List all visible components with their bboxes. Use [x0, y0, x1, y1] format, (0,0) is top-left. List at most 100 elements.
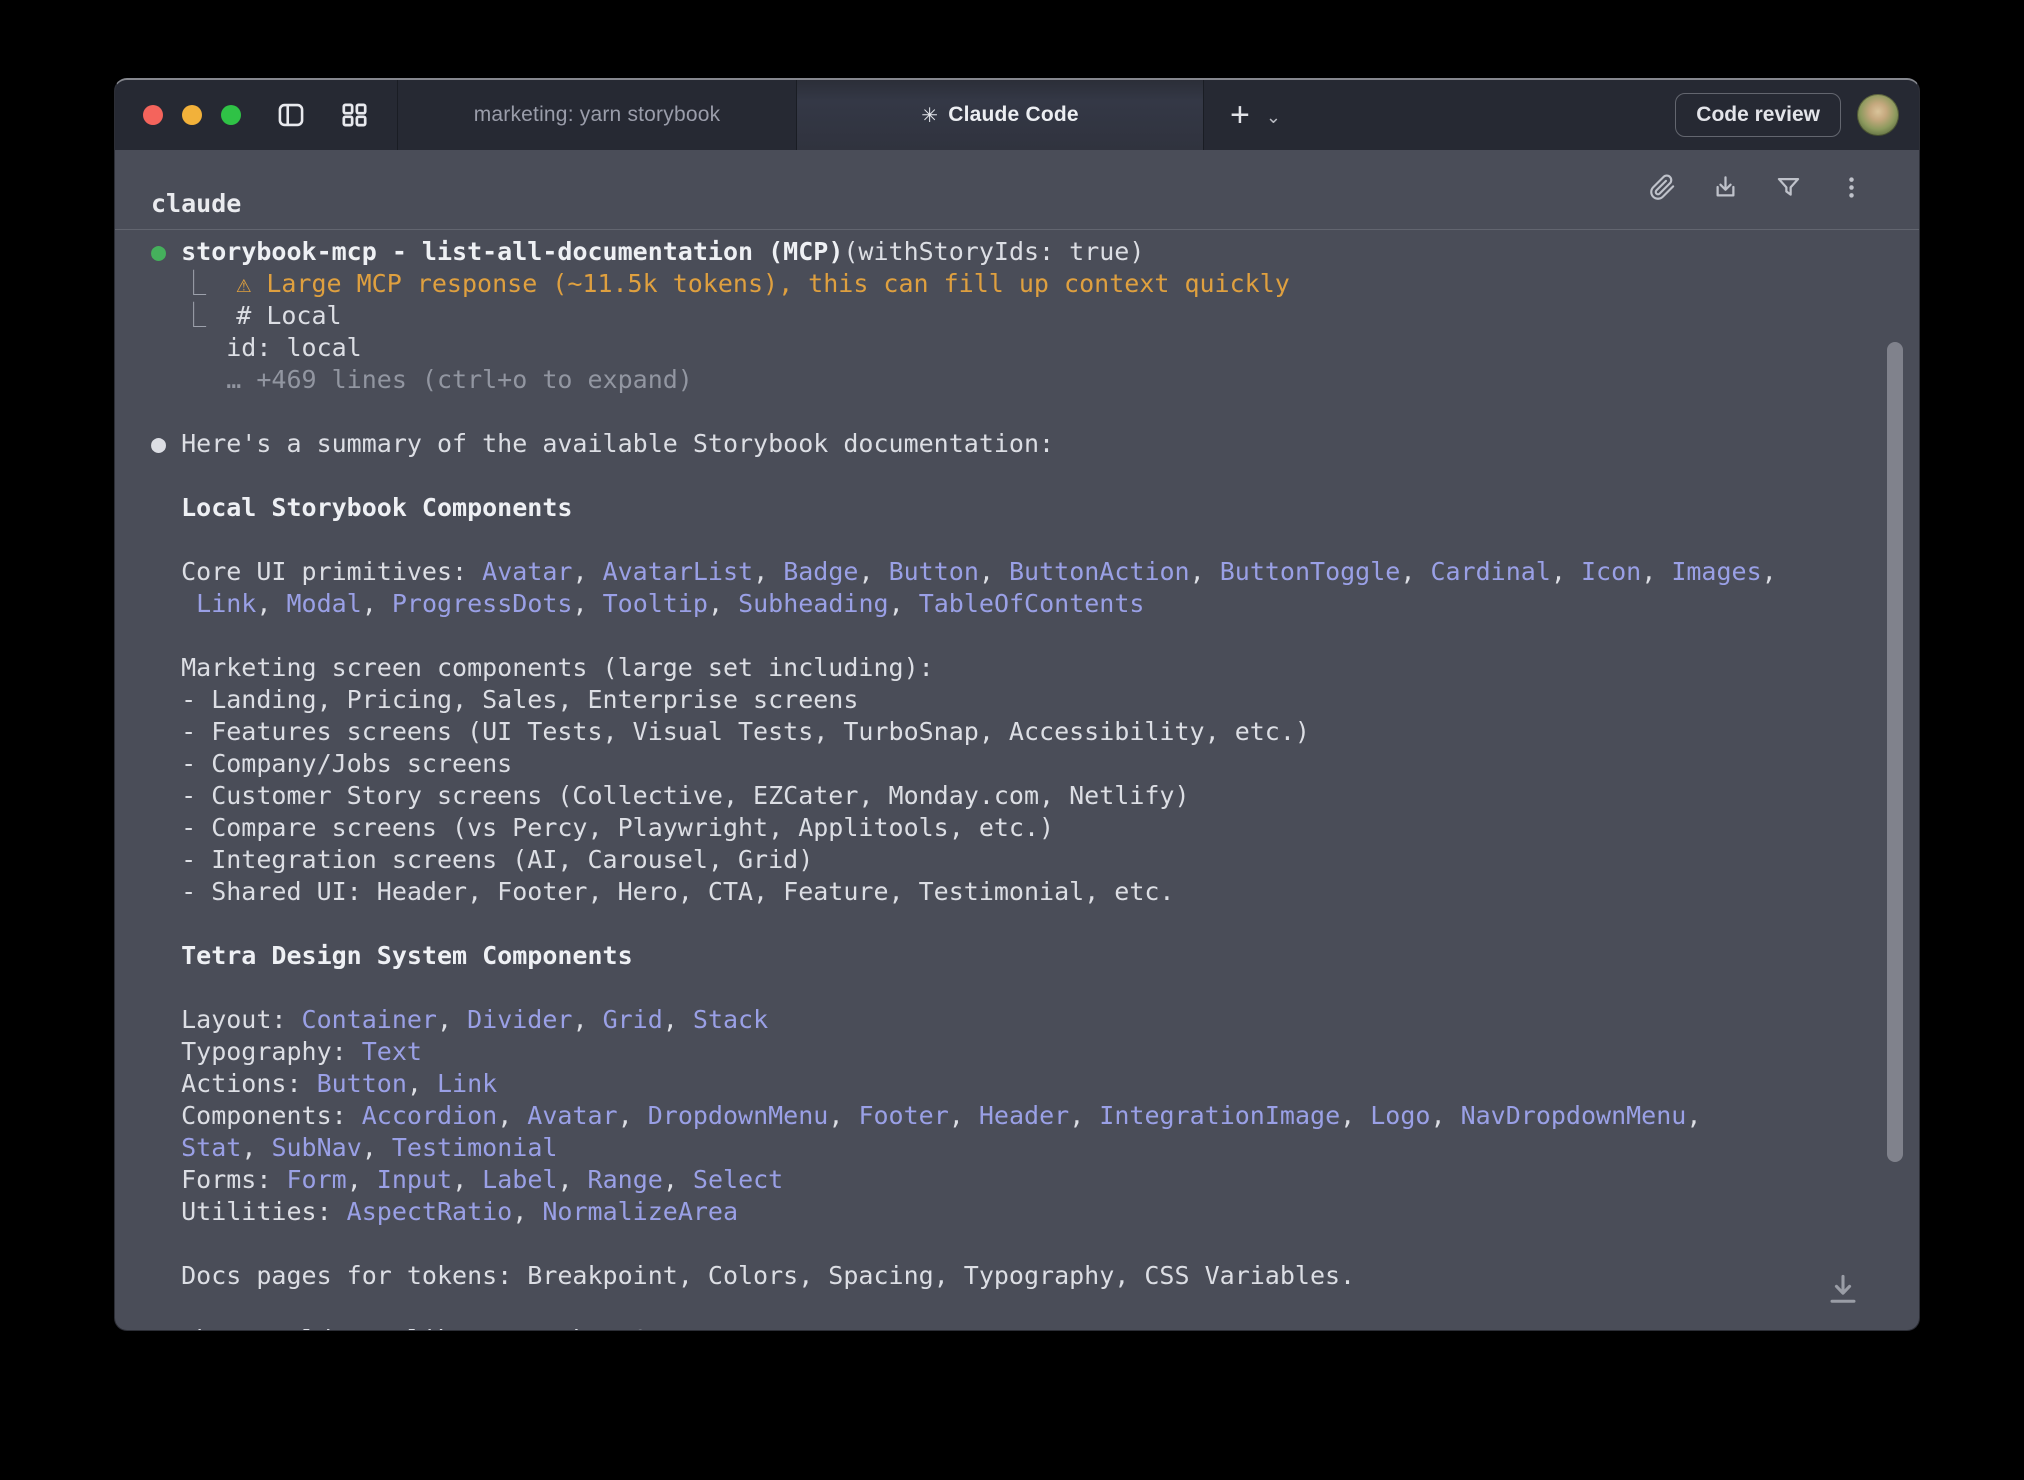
terminal-text-segment: ●	[151, 237, 181, 266]
app-grid-icon[interactable]	[341, 102, 368, 128]
component-link-text: Range	[588, 1165, 663, 1194]
component-link-text: Avatar	[482, 557, 572, 586]
terminal-window: marketing: yarn storybook ✳ Claude Code …	[114, 78, 1920, 1331]
terminal-text-segment: ,	[1686, 1101, 1701, 1130]
terminal-text-segment	[151, 589, 196, 618]
component-link-text: Subheading	[738, 589, 889, 618]
terminal-text-segment: - Integration screens (AI, Carousel, Gri…	[151, 845, 813, 874]
scrollbar-thumb[interactable]	[1887, 342, 1903, 1162]
terminal-text-segment: Local Storybook Components	[151, 493, 572, 522]
terminal-text-segment: ⚠ Large MCP response (~11.5k tokens), th…	[236, 269, 1290, 298]
terminal-line: Layout: Container, Divider, Grid, Stack	[151, 1004, 1919, 1036]
component-link-text: Cardinal	[1430, 557, 1550, 586]
code-review-button[interactable]: Code review	[1675, 93, 1841, 137]
tab-claude-code[interactable]: ✳ Claude Code	[797, 80, 1203, 150]
terminal-line	[151, 1228, 1919, 1260]
terminal-text-segment: ,	[753, 557, 783, 586]
terminal-text-segment: ,	[1400, 557, 1430, 586]
tab-bar: marketing: yarn storybook ✳ Claude Code …	[115, 80, 1919, 150]
component-link-text: Link	[437, 1069, 497, 1098]
component-link-text: Form	[286, 1165, 346, 1194]
terminal-text-segment: # Local	[236, 301, 341, 330]
component-link-text: Select	[693, 1165, 783, 1194]
terminal-text-segment: ,	[512, 1197, 542, 1226]
terminal-line: id: local	[151, 332, 1919, 364]
terminal-scroll-area[interactable]: ● storybook-mcp - list-all-documentation…	[115, 230, 1919, 1331]
terminal-text-segment: ,	[572, 557, 602, 586]
terminal-text-segment: ,	[1430, 1101, 1460, 1130]
terminal-text-segment: Tetra Design System Components	[151, 941, 633, 970]
terminal-text-segment: ,	[1641, 557, 1671, 586]
terminal-line: - Integration screens (AI, Carousel, Gri…	[151, 844, 1919, 876]
terminal-text-segment: Actions:	[151, 1069, 317, 1098]
terminal-line: Components: Accordion, Avatar, DropdownM…	[151, 1100, 1919, 1132]
component-link-text: Icon	[1581, 557, 1641, 586]
paperclip-icon[interactable]	[1649, 174, 1676, 201]
terminal-line	[151, 908, 1919, 940]
terminal-text-segment: ,	[572, 589, 602, 618]
tab-menu-chevron-icon[interactable]: ⌄	[1266, 107, 1281, 128]
terminal-line: - Compare screens (vs Percy, Playwright,…	[151, 812, 1919, 844]
terminal-text-segment: (withStoryIds: true)	[843, 237, 1144, 266]
terminal-line: Utilities: AspectRatio, NormalizeArea	[151, 1196, 1919, 1228]
kebab-menu-icon[interactable]	[1838, 174, 1865, 201]
filter-icon[interactable]	[1775, 174, 1802, 201]
component-link-text: DropdownMenu	[648, 1101, 829, 1130]
tab-label: Claude Code	[948, 103, 1079, 127]
terminal-text-segment: Marketing screen components (large set i…	[151, 653, 934, 682]
session-toolbar: claude	[115, 150, 1919, 230]
component-link-text: AspectRatio	[347, 1197, 513, 1226]
terminal-line: Core UI primitives: Avatar, AvatarList, …	[151, 556, 1919, 588]
terminal-text-segment: Layout:	[151, 1005, 302, 1034]
component-link-text: Label	[482, 1165, 557, 1194]
terminal-line: Forms: Form, Input, Label, Range, Select	[151, 1164, 1919, 1196]
component-link-text: ProgressDots	[392, 589, 573, 618]
toolbar-icons	[1649, 174, 1865, 201]
component-link-text: Badge	[783, 557, 858, 586]
terminal-text-segment: ,	[949, 1101, 979, 1130]
component-link-text: IntegrationImage	[1099, 1101, 1340, 1130]
close-window-button[interactable]	[143, 105, 163, 125]
terminal-line: Local Storybook Components	[151, 492, 1919, 524]
terminal-text-segment: ,	[979, 557, 1009, 586]
component-link-text: Container	[302, 1005, 437, 1034]
titlebar-right: Code review	[1675, 80, 1919, 150]
terminal-text-segment: What would you like to work on?	[151, 1325, 648, 1331]
terminal-text-segment: ,	[1340, 1101, 1370, 1130]
component-link-text: Header	[979, 1101, 1069, 1130]
terminal-line: Typography: Text	[151, 1036, 1919, 1068]
component-link-text: Divider	[467, 1005, 572, 1034]
terminal-line: - Customer Story screens (Collective, EZ…	[151, 780, 1919, 812]
terminal-text-segment: ,	[347, 1165, 377, 1194]
scroll-to-bottom-button[interactable]	[1825, 1272, 1861, 1310]
terminal-text-segment: ,	[362, 1133, 392, 1162]
component-link-text: NormalizeArea	[542, 1197, 738, 1226]
component-link-text: SubNav	[271, 1133, 361, 1162]
terminal-line: ● storybook-mcp - list-all-documentation…	[151, 236, 1919, 268]
tab-label: marketing: yarn storybook	[474, 103, 721, 127]
terminal-line: ⎿ ⚠ Large MCP response (~11.5k tokens), …	[151, 268, 1919, 300]
terminal-text-segment: - Landing, Pricing, Sales, Enterprise sc…	[151, 685, 858, 714]
avatar[interactable]	[1857, 94, 1899, 136]
download-icon[interactable]	[1712, 174, 1739, 201]
terminal-text-segment: ,	[557, 1165, 587, 1194]
terminal-text-segment: … +469 lines (ctrl+o to expand)	[151, 365, 693, 394]
terminal-text-segment: - Shared UI: Header, Footer, Hero, CTA, …	[151, 877, 1175, 906]
minimize-window-button[interactable]	[182, 105, 202, 125]
component-link-text: Footer	[858, 1101, 948, 1130]
component-link-text: Button	[889, 557, 979, 586]
component-link-text: ButtonAction	[1009, 557, 1190, 586]
zoom-window-button[interactable]	[221, 105, 241, 125]
tab-marketing-yarn-storybook[interactable]: marketing: yarn storybook	[398, 80, 796, 150]
terminal-text-segment: ,	[828, 1101, 858, 1130]
component-link-text: Accordion	[362, 1101, 497, 1130]
terminal-text-segment: - Customer Story screens (Collective, EZ…	[151, 781, 1190, 810]
component-link-text: Tooltip	[603, 589, 708, 618]
terminal-text-segment: Components:	[151, 1101, 362, 1130]
new-tab-button[interactable]: +	[1230, 98, 1250, 132]
terminal-line: Stat, SubNav, Testimonial	[151, 1132, 1919, 1164]
terminal-line: Link, Modal, ProgressDots, Tooltip, Subh…	[151, 588, 1919, 620]
sidebar-toggle-icon[interactable]	[277, 102, 305, 128]
terminal-text-segment: ⎿	[151, 301, 236, 330]
component-link-text: Stack	[693, 1005, 768, 1034]
